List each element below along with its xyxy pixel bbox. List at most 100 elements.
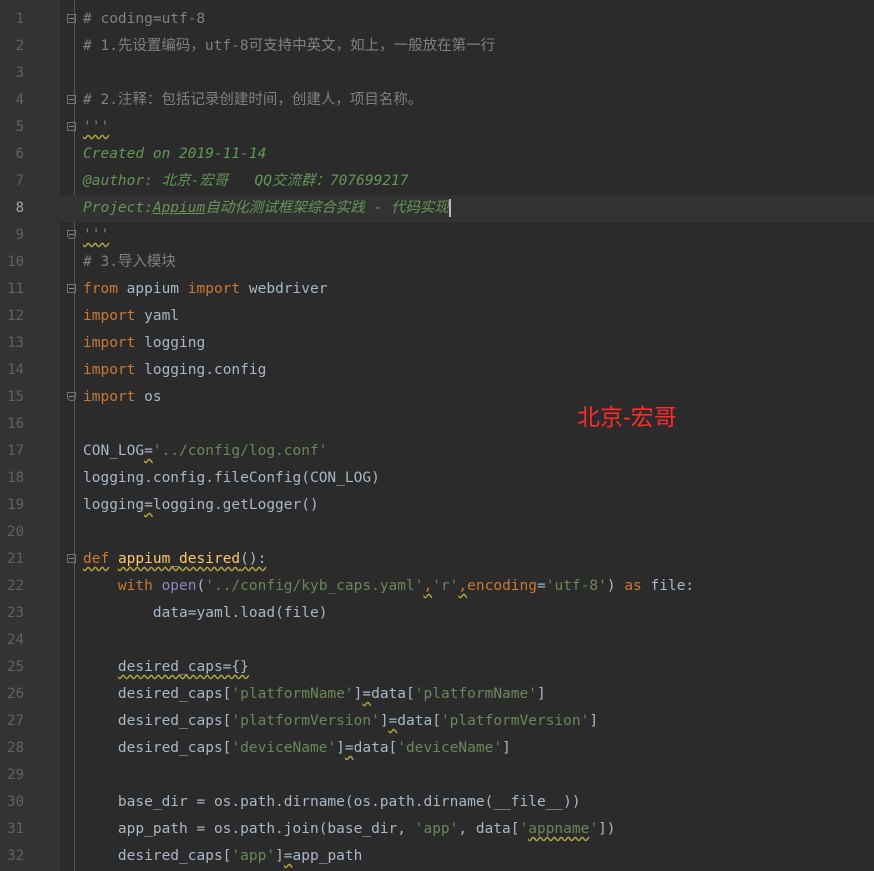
line-number: 32: [7, 848, 24, 864]
code-line[interactable]: 1 # coding=utf-8: [0, 6, 874, 33]
line-code: import os: [83, 384, 162, 411]
code-line[interactable]: 24: [0, 627, 874, 654]
code-token: 'platformVersion': [231, 713, 380, 729]
line-code: data=yaml.load(file): [83, 600, 328, 627]
code-token: ]: [379, 713, 389, 729]
code-line[interactable]: 8 Project:Appium自动化测试框架综合实践 - 代码实现: [0, 195, 874, 222]
code-line[interactable]: 22 with open('../config/kyb_caps.yaml','…: [0, 573, 874, 600]
code-line[interactable]: 10 # 3.导入模块: [0, 249, 874, 276]
code-token: import: [83, 362, 136, 378]
code-token: def: [83, 551, 110, 567]
line-number: 11: [7, 281, 24, 297]
code-token: encoding: [467, 578, 537, 594]
code-line[interactable]: 12 import yaml: [0, 303, 874, 330]
code-line[interactable]: 25 desired_caps={}: [0, 654, 874, 681]
line-number: 26: [7, 686, 24, 702]
code-line[interactable]: 23 data=yaml.load(file): [0, 600, 874, 627]
line-code: logging=logging.getLogger(): [83, 492, 319, 519]
code-token: logging: [83, 497, 145, 513]
code-line[interactable]: 5 ''': [0, 114, 874, 141]
line-code: CON_LOG='../config/log.conf': [83, 438, 327, 465]
watermark-text: 北京-宏哥: [577, 405, 677, 431]
code-line[interactable]: 13 import logging: [0, 330, 874, 357]
fold-toggle-icon[interactable]: [67, 14, 76, 23]
code-token: @author: 北京-宏哥 QQ交流群：707699217: [83, 173, 409, 189]
code-line[interactable]: 14 import logging.config: [0, 357, 874, 384]
fold-toggle-icon[interactable]: [67, 392, 76, 401]
code-line[interactable]: 7 @author: 北京-宏哥 QQ交流群：707699217: [0, 168, 874, 195]
code-token: data[: [353, 740, 398, 756]
code-token: # 1.先设置编码，utf-8可支持中英文，如上，一般放在第一行: [83, 38, 496, 54]
code-line[interactable]: 31 app_path = os.path.join(base_dir, 'ap…: [0, 816, 874, 843]
code-token: ''': [83, 227, 110, 243]
code-token: file:: [641, 578, 695, 594]
code-line[interactable]: 4 # 2.注释：包括记录创建时间，创建人，项目名称。: [0, 87, 874, 114]
code-token: yaml.load(file): [196, 605, 328, 621]
line-number: 7: [15, 173, 24, 189]
code-line[interactable]: 26 desired_caps['platformName']=data['pl…: [0, 681, 874, 708]
code-line[interactable]: 20: [0, 519, 874, 546]
code-line[interactable]: 27 desired_caps['platformVersion']=data[…: [0, 708, 874, 735]
code-token: import: [83, 308, 136, 324]
line-number: 29: [7, 767, 24, 783]
line-number: 16: [7, 416, 24, 432]
line-code: # 1.先设置编码，utf-8可支持中英文，如上，一般放在第一行: [83, 33, 495, 60]
code-line[interactable]: 32 desired_caps['app']=app_path: [0, 843, 874, 870]
fold-toggle-icon[interactable]: [67, 95, 76, 104]
line-number: 12: [7, 308, 24, 324]
code-token: logging.getLogger(): [152, 497, 319, 513]
line-number: 20: [7, 524, 24, 540]
code-token: ]: [275, 848, 284, 864]
line-number: 1: [15, 11, 24, 27]
code-token: yaml: [135, 308, 180, 324]
code-line[interactable]: 30 base_dir = os.path.dirname(os.path.di…: [0, 789, 874, 816]
code-line[interactable]: 2 # 1.先设置编码，utf-8可支持中英文，如上，一般放在第一行: [0, 33, 874, 60]
code-line[interactable]: 29: [0, 762, 874, 789]
code-token: base_dir = os.path.dirname(os.path.dirna…: [83, 794, 581, 810]
line-code: import logging: [83, 330, 205, 357]
fold-toggle-icon[interactable]: [67, 230, 76, 239]
code-line[interactable]: 16: [0, 411, 874, 438]
line-code: Created on 2019-11-14: [83, 141, 266, 168]
code-token: ': [589, 821, 599, 837]
code-token: Appium: [152, 200, 206, 216]
line-code: desired_caps['platformVersion']=data['pl…: [83, 708, 598, 735]
line-number: 22: [7, 578, 24, 594]
fold-toggle-icon[interactable]: [67, 554, 76, 563]
line-code: @author: 北京-宏哥 QQ交流群：707699217: [83, 168, 409, 195]
code-line[interactable]: 6 Created on 2019-11-14: [0, 141, 874, 168]
code-line[interactable]: 9 ''': [0, 222, 874, 249]
line-number: 23: [7, 605, 24, 621]
line-code: import yaml: [83, 303, 179, 330]
code-token: data: [83, 605, 188, 621]
code-line[interactable]: 21 def appium_desired():: [0, 546, 874, 573]
code-line[interactable]: 15 import os: [0, 384, 874, 411]
code-token: ():: [240, 551, 267, 567]
line-number: 21: [7, 551, 24, 567]
fold-toggle-icon[interactable]: [67, 284, 76, 293]
code-line[interactable]: 3: [0, 60, 874, 87]
code-line[interactable]: 28 desired_caps['deviceName']=data['devi…: [0, 735, 874, 762]
code-token: desired_caps[: [83, 848, 232, 864]
code-token: ''': [83, 119, 110, 135]
line-code: ''': [83, 222, 109, 249]
code-line[interactable]: 17 CON_LOG='../config/log.conf': [0, 438, 874, 465]
line-code: logging.config.fileConfig(CON_LOG): [83, 465, 380, 492]
line-number: 28: [7, 740, 24, 756]
code-token: 'deviceName': [231, 740, 337, 756]
line-number: 17: [7, 443, 24, 459]
code-line[interactable]: 19 logging=logging.getLogger(): [0, 492, 874, 519]
code-token: os: [135, 389, 162, 405]
code-token: as: [624, 578, 642, 594]
fold-toggle-icon[interactable]: [67, 122, 76, 131]
line-number: 10: [7, 254, 24, 270]
code-token: desired_caps[: [83, 713, 232, 729]
code-line[interactable]: 18 logging.config.fileConfig(CON_LOG): [0, 465, 874, 492]
code-editor[interactable]: 1 # coding=utf-8 2 # 1.先设置编码，utf-8可支持中英文，如上…: [0, 0, 874, 871]
code-token: =: [388, 713, 398, 729]
code-token: open: [161, 578, 197, 594]
code-line[interactable]: 11 from appium import webdriver: [0, 276, 874, 303]
